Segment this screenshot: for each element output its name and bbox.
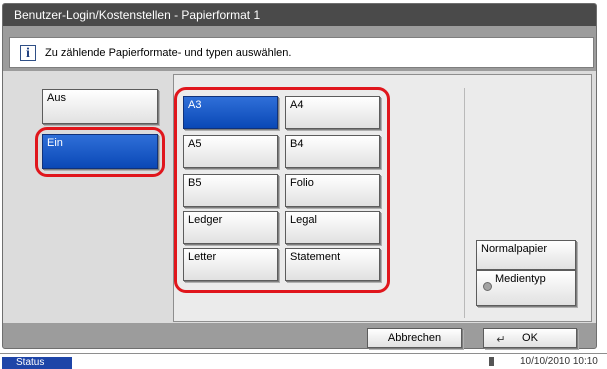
on-button-highlight <box>35 127 165 177</box>
radio-indicator-icon <box>483 282 492 291</box>
cancel-button[interactable]: Abbrechen <box>367 328 462 348</box>
datetime-display: 10/10/2010 10:10 <box>520 356 598 367</box>
dialog-title: Benutzer-Login/Kostenstellen - Papierfor… <box>14 8 261 22</box>
status-bar <box>0 353 607 369</box>
info-icon: i <box>20 45 36 61</box>
media-type-button[interactable]: Medientyp <box>476 270 576 306</box>
media-value-display: Normalpapier <box>476 240 576 270</box>
ok-label: OK <box>522 332 538 344</box>
enter-icon: ↵ <box>496 334 506 346</box>
ok-button[interactable]: ↵ OK <box>483 328 577 348</box>
off-button[interactable]: Aus <box>42 89 158 124</box>
divider <box>464 88 465 318</box>
paper-grid-highlight <box>174 87 390 293</box>
info-message: Zu zählende Papierformate- und typen aus… <box>45 47 292 59</box>
status-indicator-icon <box>489 357 494 366</box>
media-type-label: Medientyp <box>495 273 546 285</box>
status-button[interactable]: Status <box>2 357 72 369</box>
